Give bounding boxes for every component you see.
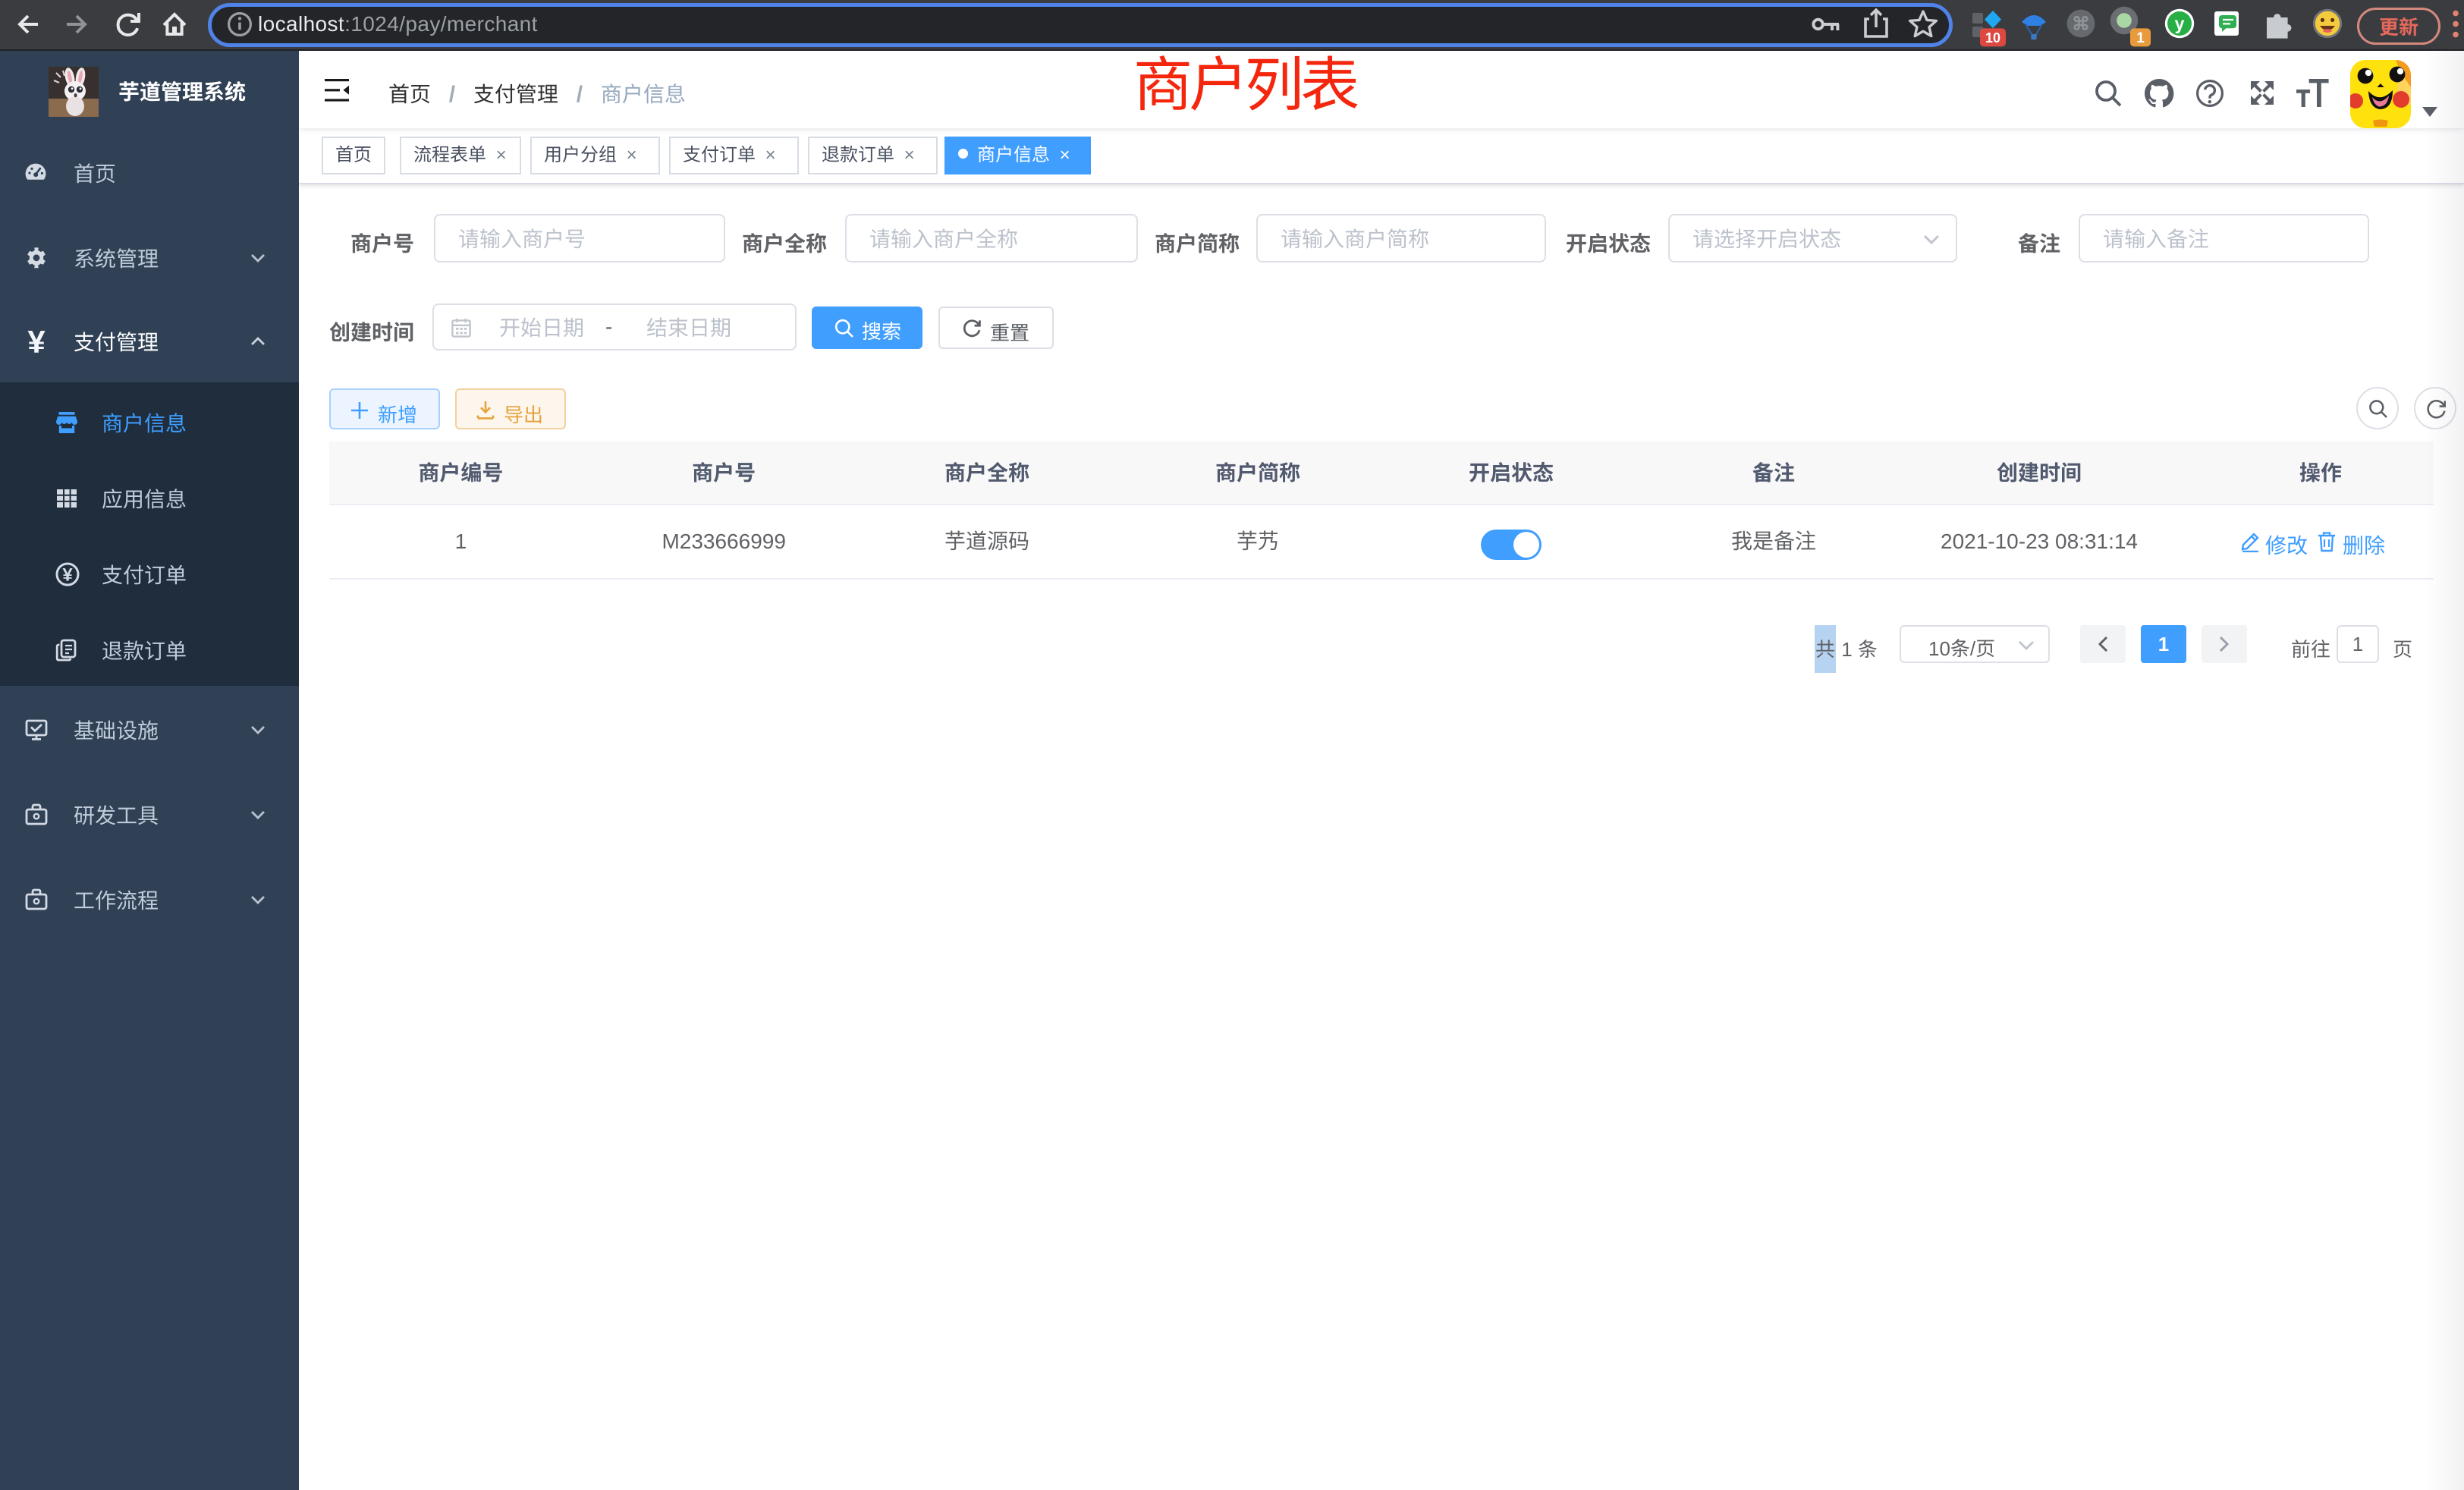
svg-text:10: 10 [1985,30,2000,46]
svg-text:1: 1 [2136,30,2145,46]
svg-text:y: y [2175,14,2185,33]
svg-text:⌘: ⌘ [2072,14,2090,35]
svg-text:¥: ¥ [62,565,73,586]
svg-text:¥: ¥ [27,326,46,357]
